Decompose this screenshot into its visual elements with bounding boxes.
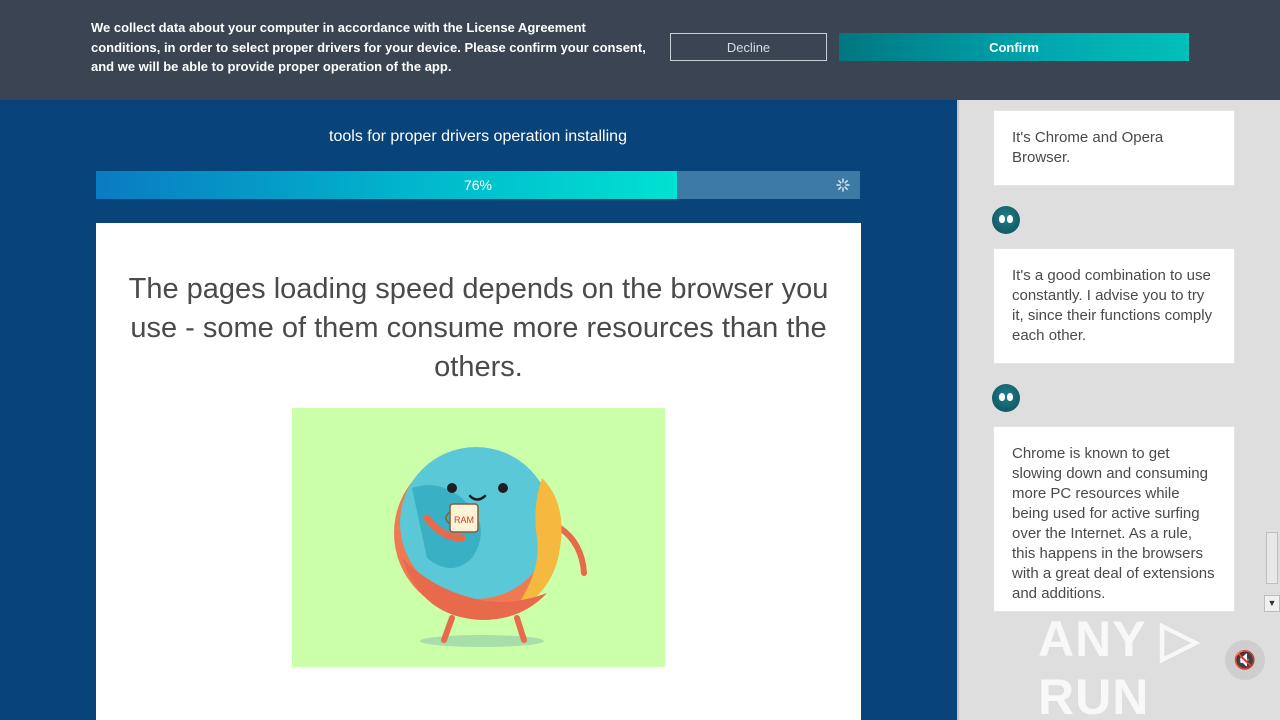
card-text: The pages loading speed depends on the b… <box>128 273 829 383</box>
chat-message: It's Chrome and Opera Browser. <box>993 110 1235 186</box>
consent-banner: We collect data about your computer in a… <box>0 0 1280 100</box>
consent-message: We collect data about your computer in a… <box>91 20 646 74</box>
assistant-avatar-icon <box>992 384 1020 412</box>
info-card: The pages loading speed depends on the b… <box>96 223 861 720</box>
subtitle: tools for proper drivers operation insta… <box>329 128 627 145</box>
globe-mascot-icon: RAM <box>394 447 587 647</box>
scrollbar-thumb[interactable] <box>1266 532 1278 584</box>
chat-message: It's a good combination to use constantl… <box>993 248 1235 364</box>
chat-message: Chrome is known to get slowing down and … <box>993 426 1235 612</box>
confirm-button[interactable]: Confirm <box>839 33 1189 61</box>
decline-button[interactable]: Decline <box>670 33 827 61</box>
chat-scrollbar[interactable]: ▼ <box>1264 100 1280 612</box>
progress-bar: 76% <box>96 171 860 199</box>
assistant-avatar-icon <box>992 206 1020 234</box>
mug-label: RAM <box>454 515 474 525</box>
browser-mascot-illustration: RAM <box>292 408 665 667</box>
spinner-icon <box>836 178 850 192</box>
mute-icon[interactable]: 🔇 <box>1225 640 1265 680</box>
progress-label: 76% <box>463 177 493 193</box>
main-panel: tools for proper drivers operation insta… <box>0 0 957 720</box>
